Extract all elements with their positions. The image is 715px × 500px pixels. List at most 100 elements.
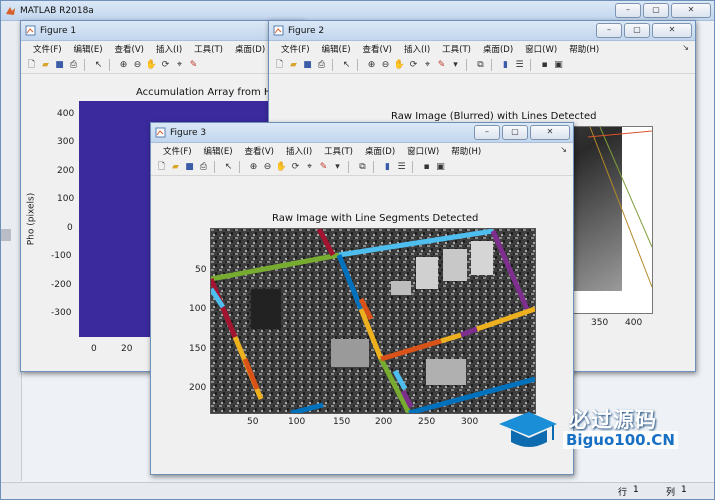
pointer-icon[interactable]: ↖ [340, 58, 353, 71]
brush-icon[interactable]: ✎ [435, 58, 448, 71]
menu-insert[interactable]: 插入(I) [398, 43, 436, 55]
menu-tools[interactable]: 工具(T) [318, 145, 359, 157]
minimize-button[interactable]: – [615, 3, 641, 18]
figure3-title: Figure 3 [170, 127, 207, 138]
zoom-in-icon[interactable]: ⊕ [247, 160, 260, 173]
menu-file[interactable]: 文件(F) [157, 145, 198, 157]
pan-icon[interactable]: ✋ [275, 160, 288, 173]
status-row-label: 行 [618, 488, 628, 498]
open-icon[interactable]: ▰ [287, 58, 300, 71]
menu-insert[interactable]: 插入(I) [280, 145, 318, 157]
ytick-label: 200 [57, 166, 75, 176]
dropdown-arrow-icon[interactable]: ▾ [449, 58, 462, 71]
pointer-icon[interactable]: ↖ [92, 58, 105, 71]
data-cursor-icon[interactable]: ⌖ [303, 160, 316, 173]
link-plot-icon[interactable]: ⧉ [474, 58, 487, 71]
menu-edit[interactable]: 编辑(E) [198, 145, 239, 157]
close-button[interactable]: ✕ [530, 125, 570, 140]
close-button[interactable]: ✕ [671, 3, 711, 18]
minimize-button[interactable]: – [474, 125, 500, 140]
status-bar: 行 1 列 1 [1, 482, 714, 499]
menu-help[interactable]: 帮助(H) [563, 43, 605, 55]
print-icon[interactable]: ⎙ [67, 58, 80, 71]
menu-view[interactable]: 查看(V) [109, 43, 150, 55]
print-icon[interactable]: ⎙ [197, 160, 210, 173]
dropdown-arrow-icon[interactable]: ▾ [331, 160, 344, 173]
zoom-in-icon[interactable]: ⊕ [365, 58, 378, 71]
figure-icon [273, 25, 284, 36]
close-button[interactable]: ✕ [652, 23, 692, 38]
status-col-value: 1 [681, 485, 687, 495]
hide-tools-icon[interactable]: ▪ [538, 58, 551, 71]
xtick-label: 100 [288, 417, 306, 427]
data-cursor-icon[interactable]: ⌖ [173, 58, 186, 71]
figure2-titlebar[interactable]: Figure 2 – ▢ ✕ [269, 21, 695, 41]
xtick-label: 300 [461, 417, 479, 427]
pan-icon[interactable]: ✋ [393, 58, 406, 71]
menu-edit[interactable]: 编辑(E) [316, 43, 357, 55]
main-left-scroll-thumb[interactable] [1, 229, 11, 241]
maximize-button[interactable]: ▢ [643, 3, 669, 18]
link-plot-icon[interactable]: ⧉ [356, 160, 369, 173]
colorbar-icon[interactable]: ▮ [381, 160, 394, 173]
rotate-icon[interactable]: ⟳ [289, 160, 302, 173]
menu-edit[interactable]: 编辑(E) [68, 43, 109, 55]
brush-icon[interactable]: ✎ [187, 58, 200, 71]
legend-icon[interactable]: ☰ [513, 58, 526, 71]
print-icon[interactable]: ⎙ [315, 58, 328, 71]
legend-icon[interactable]: ☰ [395, 160, 408, 173]
new-figure-icon[interactable]: 🗋 [25, 58, 38, 71]
zoom-in-icon[interactable]: ⊕ [117, 58, 130, 71]
ytick-label: -300 [51, 308, 72, 318]
rotate-icon[interactable]: ⟳ [159, 58, 172, 71]
zoom-out-icon[interactable]: ⊖ [131, 58, 144, 71]
open-icon[interactable]: ▰ [169, 160, 182, 173]
graduation-cap-icon [499, 412, 557, 447]
menu-tools[interactable]: 工具(T) [436, 43, 477, 55]
new-figure-icon[interactable]: 🗋 [273, 58, 286, 71]
menu-help[interactable]: 帮助(H) [445, 145, 487, 157]
main-left-panel [1, 21, 22, 481]
ytick-label: 0 [67, 223, 73, 233]
new-figure-icon[interactable]: 🗋 [155, 160, 168, 173]
menubar-dock-arrow-icon[interactable]: ↘ [560, 145, 567, 154]
save-icon[interactable]: ■ [301, 58, 314, 71]
menu-file[interactable]: 文件(F) [27, 43, 68, 55]
minimize-button[interactable]: – [596, 23, 622, 38]
rotate-icon[interactable]: ⟳ [407, 58, 420, 71]
aerial-image-with-segments [211, 229, 535, 413]
menubar-dock-arrow-icon[interactable]: ↘ [682, 43, 689, 52]
pointer-icon[interactable]: ↖ [222, 160, 235, 173]
open-icon[interactable]: ▰ [39, 58, 52, 71]
menu-desktop[interactable]: 桌面(D) [359, 145, 401, 157]
menu-file[interactable]: 文件(F) [275, 43, 316, 55]
save-icon[interactable]: ■ [183, 160, 196, 173]
maximize-button[interactable]: ▢ [624, 23, 650, 38]
save-icon[interactable]: ■ [53, 58, 66, 71]
menu-view[interactable]: 查看(V) [239, 145, 280, 157]
show-tools-icon[interactable]: ▣ [434, 160, 447, 173]
menu-desktop[interactable]: 桌面(D) [477, 43, 519, 55]
figure1-titlebar[interactable]: Figure 1 [21, 21, 303, 41]
hide-tools-icon[interactable]: ▪ [420, 160, 433, 173]
pan-icon[interactable]: ✋ [145, 58, 158, 71]
maximize-button[interactable]: ▢ [502, 125, 528, 140]
show-tools-icon[interactable]: ▣ [552, 58, 565, 71]
main-titlebar[interactable]: MATLAB R2018a – ▢ ✕ [1, 1, 714, 21]
menu-tools[interactable]: 工具(T) [188, 43, 229, 55]
toolbar-separator [214, 160, 218, 173]
colorbar-icon[interactable]: ▮ [499, 58, 512, 71]
figure3-titlebar[interactable]: Figure 3 – ▢ ✕ [151, 123, 573, 143]
menu-window[interactable]: 窗口(W) [519, 43, 563, 55]
zoom-out-icon[interactable]: ⊖ [379, 58, 392, 71]
brush-icon[interactable]: ✎ [317, 160, 330, 173]
toolbar-separator [530, 58, 534, 71]
menu-insert[interactable]: 插入(I) [150, 43, 188, 55]
menu-view[interactable]: 查看(V) [357, 43, 398, 55]
menu-desktop[interactable]: 桌面(D) [229, 43, 271, 55]
menu-window[interactable]: 窗口(W) [401, 145, 445, 157]
zoom-out-icon[interactable]: ⊖ [261, 160, 274, 173]
data-cursor-icon[interactable]: ⌖ [421, 58, 434, 71]
watermark-brand-en: Biguo100.CN [563, 431, 678, 449]
ytick-label: 400 [57, 109, 75, 119]
